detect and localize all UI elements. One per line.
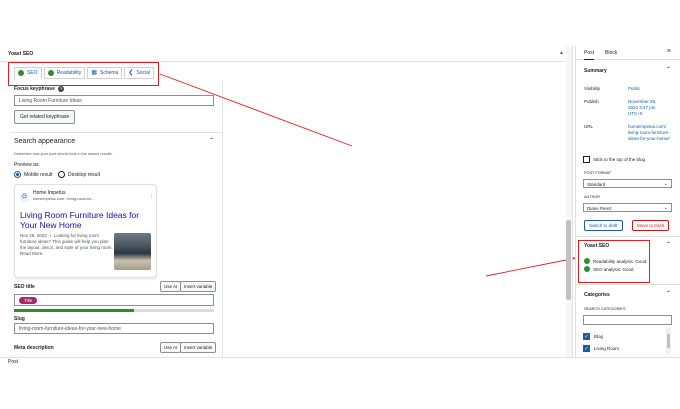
- checkbox-checked-icon: ✓: [583, 345, 590, 352]
- url-value[interactable]: homeimpetus.com/ living-room-furniture-i…: [628, 124, 670, 142]
- search-categories-label: SEARCH CATEGORIES: [584, 307, 626, 311]
- author-value: Diane Perez: [587, 205, 612, 211]
- move-to-trash-button[interactable]: Move to trash: [632, 220, 670, 231]
- annotation-box-yoast: [578, 240, 650, 283]
- editor-scrollbar-thumb[interactable]: [566, 220, 571, 300]
- categories-title[interactable]: Categories: [584, 292, 610, 298]
- annotation-arrow-yoast: [485, 257, 577, 277]
- breadcrumb[interactable]: Post: [8, 359, 18, 365]
- visibility-label: Visibility: [584, 86, 601, 91]
- divider: [575, 284, 680, 285]
- publish-value[interactable]: November 28, 2022 3:47 pm UTC+0: [628, 99, 664, 117]
- visibility-value[interactable]: Public: [628, 86, 640, 92]
- author-select[interactable]: Diane Perez ⌄: [583, 203, 672, 212]
- switch-to-draft-button[interactable]: Switch to draft: [584, 220, 623, 231]
- divider: [575, 236, 680, 237]
- tab-block[interactable]: Block: [605, 50, 617, 56]
- tab-post[interactable]: Post: [584, 50, 595, 60]
- search-categories-input[interactable]: [583, 315, 672, 325]
- footer-divider: [0, 357, 680, 358]
- post-format-label: POST FORMAT: [584, 171, 612, 175]
- category-label: Blog: [594, 334, 604, 339]
- chevron-up-icon[interactable]: ⌃: [666, 241, 671, 248]
- sticky-checkbox[interactable]: Stick to the top of the blog: [583, 156, 645, 163]
- annotation-arrow-tabs: [159, 73, 353, 147]
- checkbox-checked-icon: ✓: [583, 333, 590, 340]
- vertical-divider: [572, 46, 573, 357]
- sidebar-tabs: Post Block ×: [575, 46, 680, 60]
- editor-screen: Yoast SEO ▲ SEO Readability ▦ Schema ❮ S…: [0, 0, 680, 409]
- checkbox-unchecked-icon: [583, 156, 590, 163]
- category-living-room[interactable]: ✓ Living Room: [583, 345, 619, 352]
- sticky-label: Stick to the top of the blog: [593, 157, 646, 162]
- chevron-up-icon[interactable]: ⌃: [666, 66, 671, 73]
- publish-label: Publish: [584, 99, 599, 104]
- chevron-down-icon: ⌄: [663, 181, 668, 187]
- post-format-select[interactable]: Standard ⌄: [583, 179, 672, 188]
- url-label: URL: [584, 124, 594, 129]
- close-icon[interactable]: ×: [667, 48, 671, 55]
- author-label: AUTHOR: [584, 195, 601, 199]
- category-label: Living Room: [594, 346, 620, 351]
- chevron-up-icon[interactable]: ⌃: [666, 290, 671, 297]
- category-blog[interactable]: ✓ Blog: [583, 333, 603, 340]
- categories-scrollbar-thumb[interactable]: [667, 334, 670, 348]
- summary-title[interactable]: Summary: [584, 68, 607, 74]
- chevron-down-icon: ⌄: [663, 205, 668, 211]
- post-format-value: Standard: [587, 181, 606, 187]
